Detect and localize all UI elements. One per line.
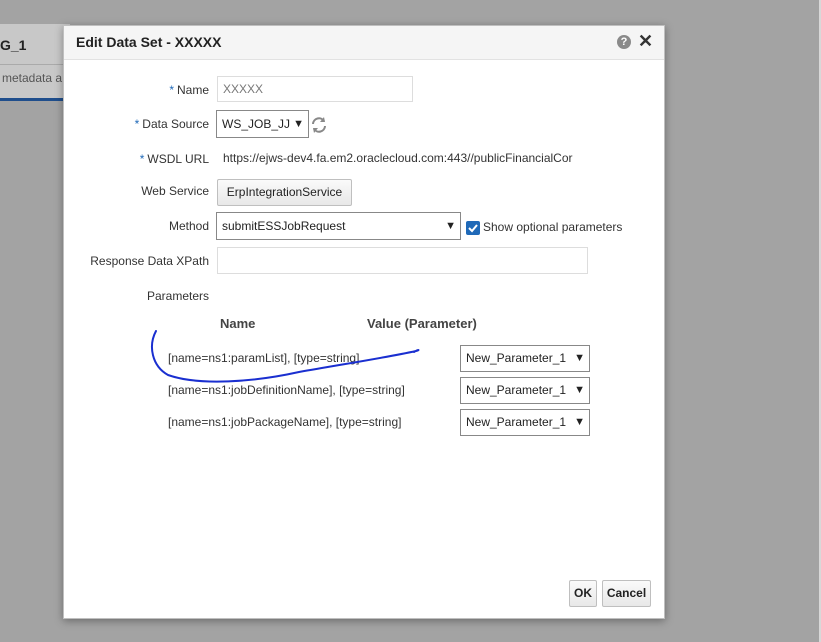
edit-data-set-dialog: Edit Data Set - XXXXX ? ✕ * Name XXXXX * D… [63,25,665,619]
background-tab-text: metadata a [2,71,63,85]
cancel-button[interactable]: Cancel [602,580,651,607]
background-tab: G_1 metadata a [0,24,70,101]
ok-button[interactable]: OK [569,580,597,607]
background-tab-title: G_1 [0,37,27,53]
background-divider [0,64,70,65]
annotation-scribble [151,330,420,383]
